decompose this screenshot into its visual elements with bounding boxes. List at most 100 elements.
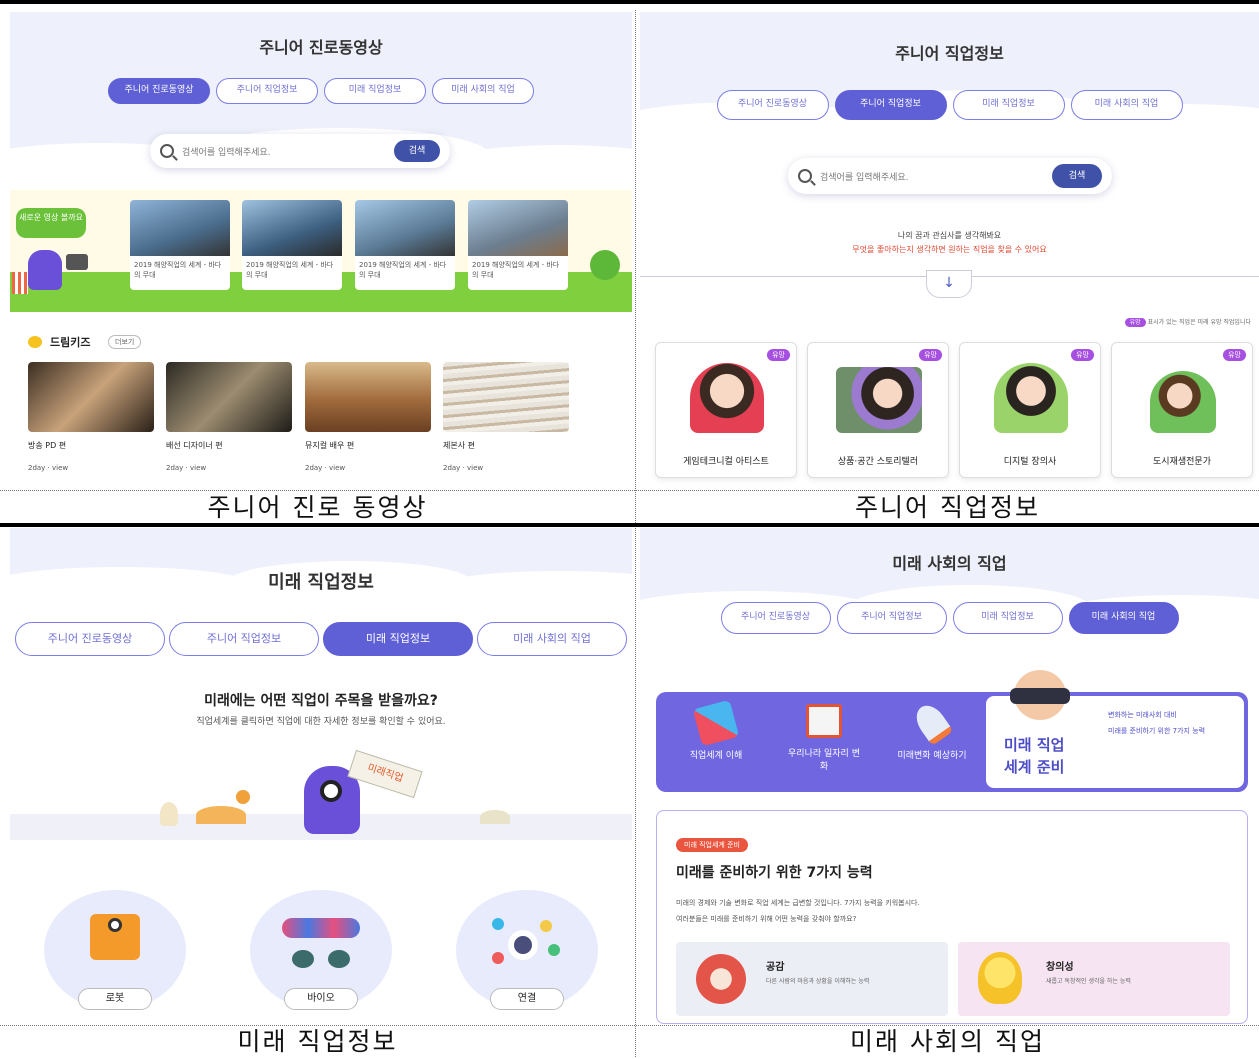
promo-label: 새로운 영상 볼까요	[16, 208, 86, 238]
section-title: 드림키즈	[50, 336, 91, 349]
promising-badge: 유망	[1071, 349, 1094, 361]
job-name: 상품·공간 스토리텔러	[837, 457, 919, 467]
menu-item-1[interactable]: 직업세계 이해	[676, 699, 756, 784]
video-meta: 2day · view	[166, 464, 207, 472]
job-card-4[interactable]: 유망 도시재생전문가	[1111, 342, 1253, 478]
tab-future-job[interactable]: 미래 직업정보	[324, 78, 426, 104]
ability-card-empathy[interactable]: 공감 다른 사람의 마음과 상황을 이해하는 능력	[676, 942, 948, 1016]
dot-icon	[548, 944, 560, 956]
featured-thumbnail	[468, 200, 568, 256]
sheep-icon	[328, 950, 350, 968]
search-icon	[798, 169, 812, 183]
cloud-shape	[440, 145, 632, 183]
job-card-1[interactable]: 유망 게임테크니컬 아티스트	[655, 342, 797, 478]
search-icon	[160, 144, 174, 158]
tab-bar: 주니어 진로동영상 주니어 직업정보 미래 직업정보 미래 사회의 직업	[640, 602, 1259, 634]
tab-future-job[interactable]: 미래 직업정보	[952, 90, 1065, 120]
video-card-1[interactable]: 방송 PD 편 2day · view	[28, 362, 154, 480]
search-input[interactable]: 검색어를 입력해주세요.	[820, 170, 1052, 183]
ability-desc: 새롭고 독창적인 생각을 하는 능력	[1046, 978, 1131, 985]
video-card-3[interactable]: 뮤지컬 배우 편 2day · view	[305, 362, 431, 480]
more-button[interactable]: 더보기	[108, 335, 142, 349]
tab-junior-video[interactable]: 주니어 진로동영상	[716, 90, 829, 120]
vr-character	[1010, 670, 1070, 720]
menu-item-2[interactable]: 우리나라 일자리 변화	[784, 704, 864, 784]
tab-bar: 주니어 진로동영상 주니어 직업정보 미래 직업정보 미래 사회의 직업	[640, 90, 1259, 120]
featured-video-3[interactable]: 2019 해양직업의 세계 - 바다의 무대	[355, 200, 455, 290]
page-title: 주니어 직업정보	[895, 44, 1004, 63]
intro-line-1: 나의 꿈과 관심사를 생각해봐요	[897, 231, 1002, 240]
search-input[interactable]: 검색어를 입력해주세요.	[182, 145, 394, 158]
job-illustration	[1150, 371, 1216, 433]
video-title: 뮤지컬 배우 편	[305, 441, 355, 450]
tab-junior-video[interactable]: 주니어 진로동영상	[108, 78, 210, 104]
tab-junior-job[interactable]: 주니어 직업정보	[216, 78, 318, 104]
menu-item-3[interactable]: 미래변화 예상하기	[892, 699, 972, 784]
popcorn-icon	[12, 272, 28, 294]
category-robot-label[interactable]: 로봇	[78, 988, 152, 1010]
rock-icon	[196, 806, 246, 824]
caption-future-job: 미래 직업정보	[237, 1027, 398, 1056]
featured-video-1[interactable]: 2019 해양직업의 세계 - 바다의 무대	[130, 200, 230, 290]
dot-icon	[492, 952, 504, 964]
search-button[interactable]: 검색	[1052, 164, 1102, 188]
tab-future-society[interactable]: 미래 사회의 직업	[432, 78, 534, 104]
legend-note: 유망 표시가 있는 직업은 미래 유망 직업입니다	[1124, 317, 1251, 327]
tab-future-society[interactable]: 미래 사회의 직업	[477, 622, 627, 656]
featured-video-4[interactable]: 2019 해양직업의 세계 - 바다의 무대	[468, 200, 568, 290]
page-title: 미래 사회의 직업	[892, 554, 1007, 573]
feature-title-line1: 미래 직업	[1004, 736, 1065, 754]
feature-bullet-2[interactable]: 미래를 준비하기 위한 7가지 능력	[1108, 726, 1232, 736]
tab-junior-job[interactable]: 주니어 직업정보	[169, 622, 319, 656]
promising-badge: 유망	[767, 349, 790, 361]
tab-future-society[interactable]: 미래 사회의 직업	[1068, 602, 1179, 634]
rocket-icon	[160, 802, 178, 826]
video-title: 방송 PD 편	[28, 441, 67, 450]
job-illustration	[690, 363, 764, 433]
page-title: 미래 직업정보	[268, 572, 374, 593]
empathy-icon	[696, 954, 746, 1004]
job-card-3[interactable]: 유망 디지털 장의사	[959, 342, 1101, 478]
category-connect-label[interactable]: 연결	[490, 988, 564, 1010]
robot-eye	[108, 918, 122, 932]
video-meta: 2day · view	[28, 464, 69, 472]
ability-card-creativity[interactable]: 창의성 새롭고 독창적인 생각을 하는 능력	[958, 942, 1230, 1016]
sheep-icon	[292, 950, 314, 968]
tab-future-society[interactable]: 미래 사회의 직업	[1070, 90, 1183, 120]
robot-icon	[90, 914, 140, 960]
category-bio-label[interactable]: 바이오	[284, 988, 358, 1010]
tab-junior-job[interactable]: 주니어 직업정보	[836, 602, 947, 634]
tab-bar: 주니어 진로동영상 주니어 직업정보 미래 직업정보 미래 사회의 직업	[10, 78, 632, 104]
promising-badge: 유망	[1223, 349, 1246, 361]
feature-bullet-1[interactable]: 변화하는 미래사회 대비	[1108, 710, 1177, 720]
future-job-panel: 미래 직업정보 주니어 진로동영상 주니어 직업정보 미래 직업정보 미래 사회…	[10, 528, 632, 1024]
comparison-grid: 주니어 진로동영상 주니어 진로동영상 주니어 직업정보 미래 직업정보 미래 …	[0, 0, 1259, 1057]
featured-thumbnail	[355, 200, 455, 256]
tab-junior-job[interactable]: 주니어 직업정보	[834, 90, 947, 120]
ability-name: 공감	[766, 962, 785, 973]
search-bar[interactable]: 검색어를 입력해주세요. 검색	[150, 134, 450, 168]
featured-thumbnail	[242, 200, 342, 256]
planet-icon	[236, 790, 250, 804]
job-card-2[interactable]: 유망 상품·공간 스토리텔러	[807, 342, 949, 478]
job-name: 도시재생전문가	[1153, 457, 1211, 467]
video-thumbnail	[305, 362, 431, 432]
video-card-2[interactable]: 배선 디자이너 편 2day · view	[166, 362, 292, 480]
featured-video-2[interactable]: 2019 해양직업의 세계 - 바다의 무대	[242, 200, 342, 290]
tab-future-job[interactable]: 미래 직업정보	[952, 602, 1063, 634]
video-thumbnail	[166, 362, 292, 432]
search-bar[interactable]: 검색어를 입력해주세요. 검색	[788, 158, 1112, 194]
content-tag: 미래 직업세계 준비	[676, 838, 748, 852]
scroll-down-button[interactable]: ↓	[926, 270, 972, 298]
video-thumbnail	[28, 362, 154, 432]
tab-junior-video[interactable]: 주니어 진로동영상	[15, 622, 165, 656]
job-name: 디지털 장의사	[1003, 457, 1057, 467]
content-heading: 미래를 준비하기 위한 7가지 능력	[676, 865, 873, 881]
tab-junior-video[interactable]: 주니어 진로동영상	[720, 602, 831, 634]
ability-name: 창의성	[1046, 962, 1074, 973]
legend-badge: 유망	[1124, 318, 1146, 327]
search-button[interactable]: 검색	[394, 140, 440, 162]
video-card-4[interactable]: 제본사 편 2day · view	[443, 362, 569, 480]
vr-headset-icon	[1010, 688, 1070, 704]
tab-future-job[interactable]: 미래 직업정보	[323, 622, 473, 656]
